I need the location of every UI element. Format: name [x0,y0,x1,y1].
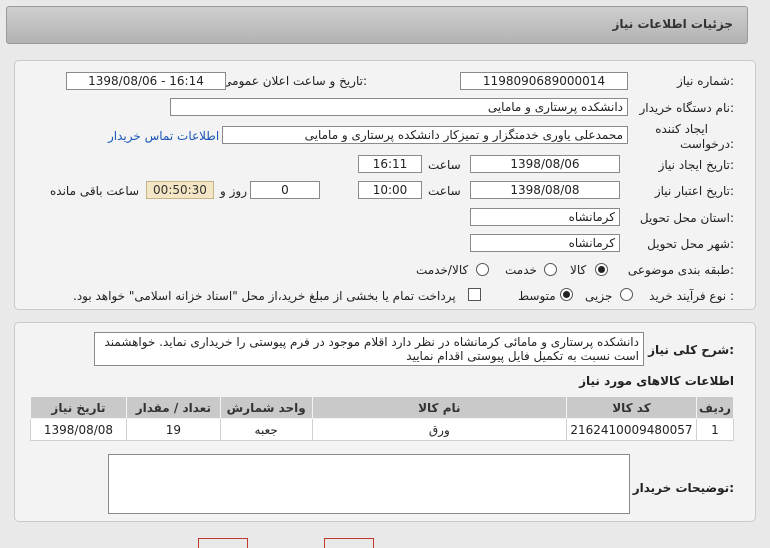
province-label: استان محل تحویل: [639,211,734,225]
process-option-medium: متوسط [518,289,556,303]
created-time-label: ساعت [428,158,461,172]
announce-field: 1398/08/06 - 16:14 [66,72,226,90]
items-table-header-row: تاریخ نیاز تعداد / مقدار واحد شمارش نام … [30,396,735,419]
announce-label: تاریخ و ساعت اعلان عمومی: [222,74,367,88]
summary-text: دانشکده پرستاری و مامائی کرمانشاه در نظر… [94,332,644,366]
province-field: کرمانشاه [470,208,620,226]
creator-label-1: ایجاد کننده [655,122,708,136]
need-number-label: شماره نیاز: [676,74,734,88]
cell-quantity: 19 [125,418,221,441]
table-row: 1398/08/08 19 جعبه ورق 2162410009480057 … [30,418,735,441]
created-time-field: 16:11 [358,155,422,173]
validity-date-field: 1398/08/08 [470,181,620,199]
category-label: طبقه بندی موضوعی: [627,263,734,277]
category-radio-both[interactable] [476,263,489,276]
process-option-minor: جزیی [585,289,613,303]
summary-label: شرح کلی نیاز: [648,343,734,357]
buyer-org-label: نام دستگاه خریدار: [639,101,735,115]
items-section-title: اطلاعات کالاهای مورد نیاز [579,374,734,388]
buyer-contact-link[interactable]: اطلاعات تماس خریدار [108,129,219,143]
page-title: جزئیات اطلاعات نیاز [612,17,733,31]
buyer-notes-field [108,454,630,514]
category-option-goods: کالا [570,263,587,277]
buyer-notes-label: توضیحات خریدار: [632,481,734,495]
need-number-field: 1198090689000014 [460,72,628,90]
city-field: کرمانشاه [470,234,620,252]
page-header: جزئیات اطلاعات نیاز [6,6,748,44]
category-option-service: خدمت [505,263,537,277]
validity-time-field: 10:00 [358,181,422,199]
col-name: نام کالا [311,396,567,419]
process-radio-minor[interactable] [620,288,633,301]
city-label: شهر محل تحویل: [647,237,734,251]
process-label: نوع فرآیند خرید : [649,289,734,303]
creator-label-2: درخواست: [680,137,734,151]
days-field: 0 [250,181,320,199]
buyer-org-field: دانشکده پرستاری و مامایی [170,98,628,116]
validity-label: تاریخ اعتبار نیاز: [654,184,734,198]
remaining-timer: 00:50:30 [146,181,214,199]
cell-date: 1398/08/08 [30,418,127,441]
items-table: تاریخ نیاز تعداد / مقدار واحد شمارش نام … [30,396,735,441]
col-unit: واحد شمارش [219,396,313,419]
cell-row: 1 [695,418,735,441]
col-quantity: تعداد / مقدار [125,396,221,419]
treasury-payment-text: پرداخت تمام یا بخشی از مبلغ خرید،از محل … [73,289,456,303]
bottom-button-left[interactable] [198,538,248,548]
cell-code: 2162410009480057 [565,418,697,441]
remaining-label: ساعت باقی مانده [50,184,140,198]
process-radio-medium[interactable] [560,288,573,301]
days-label: روز و [220,184,247,198]
creator-field: محمدعلی یاوری خدمتگزار و تمیزکار دانشکده… [222,126,628,144]
treasury-payment-checkbox[interactable] [468,288,481,301]
category-radio-goods[interactable] [595,263,608,276]
cell-name: ورق [311,418,567,441]
created-date-field: 1398/08/06 [470,155,620,173]
category-option-both: کالا/خدمت [416,263,469,277]
col-row: ردیف [695,396,735,419]
col-code: کد کالا [565,396,697,419]
cell-unit: جعبه [219,418,313,441]
validity-time-label: ساعت [428,184,461,198]
created-date-label: تاریخ ایجاد نیاز: [658,158,734,172]
col-date: تاریخ نیاز [30,396,127,419]
category-radio-service[interactable] [544,263,557,276]
bottom-button-right[interactable] [324,538,374,548]
